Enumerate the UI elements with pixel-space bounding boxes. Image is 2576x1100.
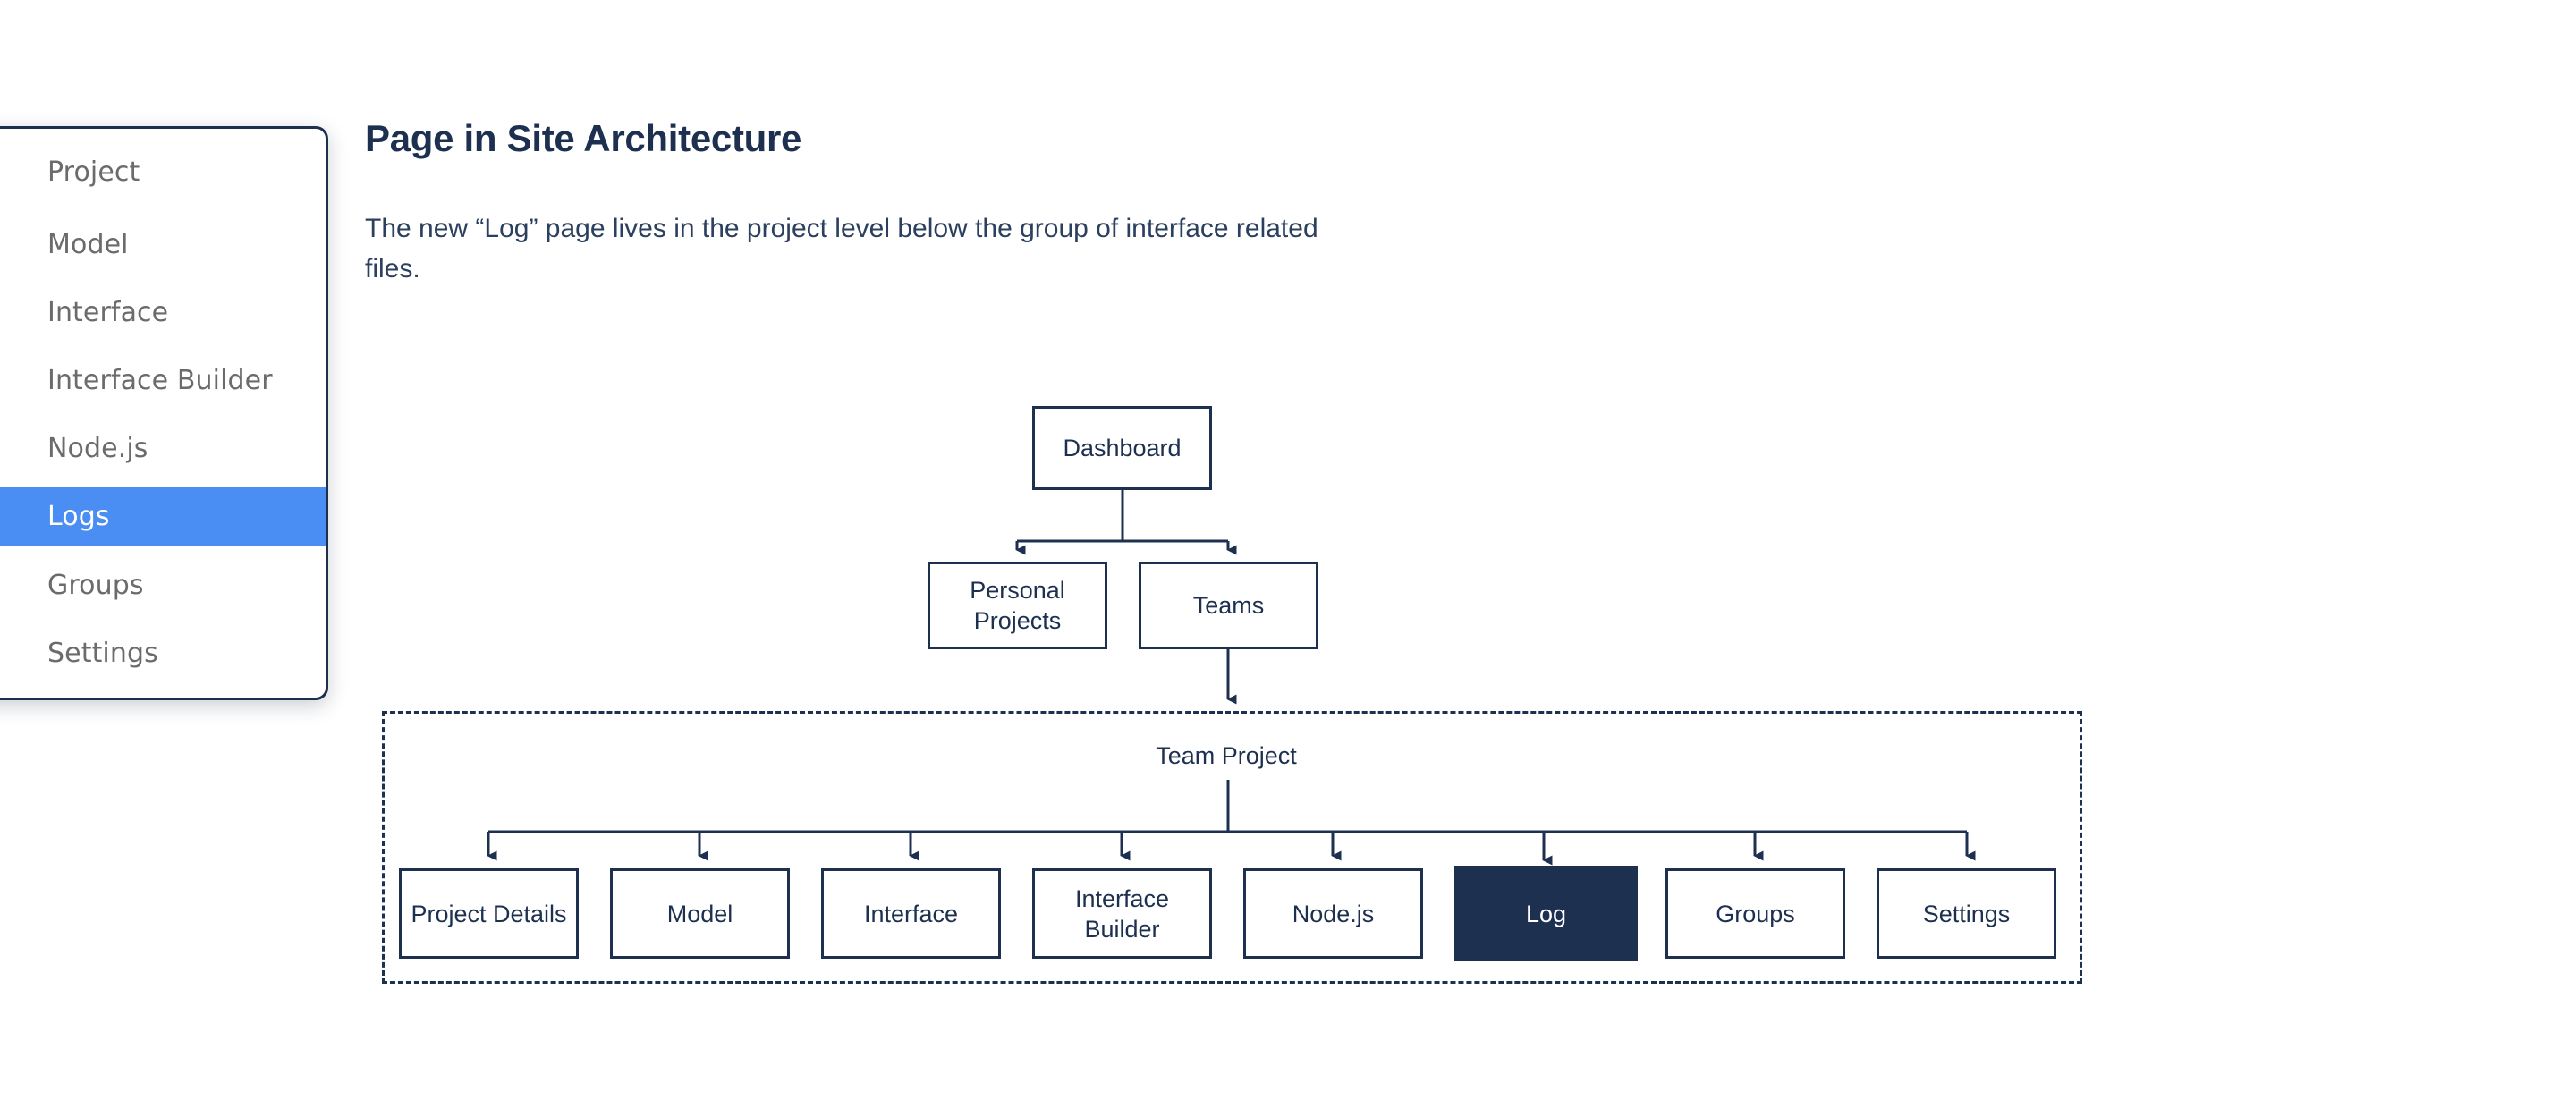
site-architecture-diagram: Team Project Dashboard Personal Projects… <box>0 0 2576 1100</box>
diagram-node-groups-label: Groups <box>1716 900 1795 927</box>
sidebar-item-interface[interactable]: Interface <box>0 283 326 342</box>
diagram-node-project-details-label: Project Details <box>411 900 567 927</box>
diagram-node-log-label: Log <box>1525 900 1567 927</box>
diagram-node-nodejs[interactable]: Node.js <box>1243 868 1423 959</box>
diagram-node-dashboard-label: Dashboard <box>1063 435 1182 461</box>
diagram-node-teams[interactable]: Teams <box>1139 562 1318 649</box>
diagram-node-log[interactable]: Log <box>1454 866 1638 961</box>
sidebar-item-settings[interactable]: Settings <box>0 623 326 682</box>
page-title: Page in Site Architecture <box>365 117 802 159</box>
sidebar-item-logs[interactable]: Logs <box>0 487 326 546</box>
diagram-node-settings[interactable]: Settings <box>1877 868 2056 959</box>
diagram-node-project-details[interactable]: Project Details <box>399 868 579 959</box>
diagram-node-interface-builder[interactable]: Interface Builder <box>1032 868 1212 959</box>
diagram-node-nodejs-label: Node.js <box>1292 900 1375 927</box>
sidebar-item-label: Settings <box>47 637 158 669</box>
diagram-node-dashboard[interactable]: Dashboard <box>1032 406 1212 490</box>
sidebar-item-project[interactable]: Project <box>0 142 326 201</box>
sidebar-item-label: Interface <box>47 296 169 328</box>
diagram-node-interface-builder-label: Interface Builder <box>1074 884 1170 943</box>
diagram-node-model[interactable]: Model <box>610 868 790 959</box>
sidebar-item-groups[interactable]: Groups <box>0 555 326 614</box>
sidebar-item-label: Logs <box>47 500 110 532</box>
diagram-node-personal-projects[interactable]: Personal Projects <box>928 562 1107 649</box>
diagram-node-settings-label: Settings <box>1922 900 2011 927</box>
diagram-node-model-label: Model <box>666 900 733 927</box>
navigation-sidebar: Project Model Interface Interface Builde… <box>0 126 328 700</box>
sidebar-item-label: Groups <box>47 569 144 601</box>
sidebar-item-label: Project <box>47 156 140 188</box>
diagram-node-personal-projects-label-line2: Projects <box>973 607 1062 634</box>
diagram-node-interface-label: Interface <box>863 900 959 927</box>
sidebar-item-interface-builder[interactable]: Interface Builder <box>0 351 326 410</box>
page-description: The new “Log” page lives in the project … <box>365 214 1318 283</box>
diagram-node-teams-label: Teams <box>1192 592 1265 619</box>
diagram-node-interface[interactable]: Interface <box>821 868 1001 959</box>
sidebar-item-nodejs[interactable]: Node.js <box>0 419 326 478</box>
sidebar-item-model[interactable]: Model <box>0 215 326 274</box>
diagram-node-groups[interactable]: Groups <box>1665 868 1845 959</box>
screen-root: Team Project Dashboard Personal Projects… <box>0 0 2576 1100</box>
sidebar-item-label: Model <box>47 228 129 260</box>
team-project-group-label: Team Project <box>1156 742 1297 769</box>
sidebar-item-label: Interface Builder <box>47 364 273 396</box>
diagram-node-personal-projects-label-line1: Personal <box>970 577 1065 604</box>
sidebar-item-label: Node.js <box>47 432 148 464</box>
